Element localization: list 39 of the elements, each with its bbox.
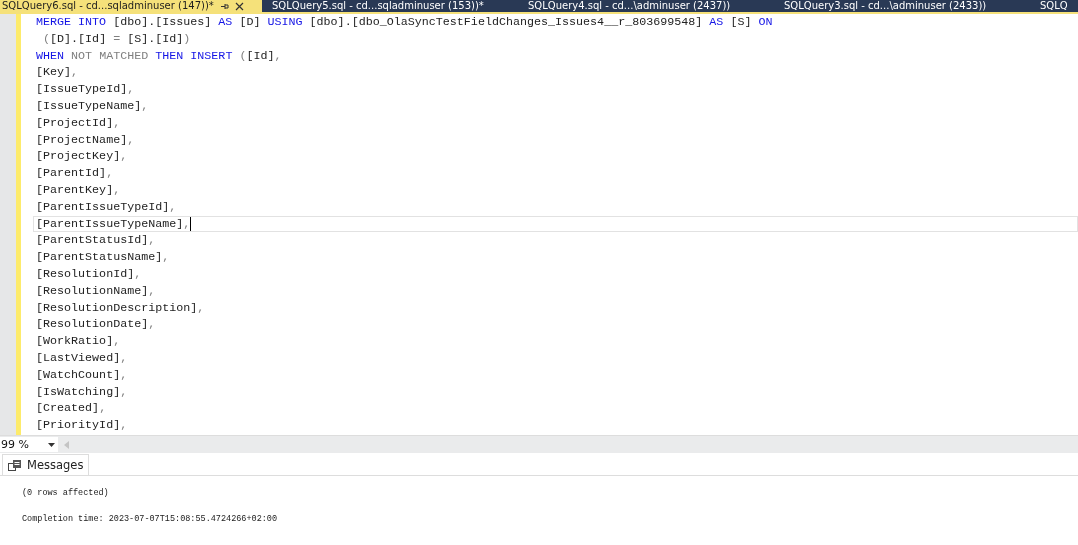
code-line: [ResolutionId], [36,265,142,283]
code-line: [ParentId], [36,165,114,182]
code-line: [ResolutionDescription], [36,299,205,317]
code-line: [IssueTypeName], [36,98,149,115]
document-tab[interactable]: SQLQuery6.sql - cd...sqladminuser (147))* [0,0,262,12]
code-line: [ProjectKey], [36,148,128,166]
document-tab[interactable]: SQLQ [1038,0,1078,12]
code-line: [LastViewed], [36,349,128,367]
message-text: Completion time: 2023-07-07T15:08:55.4724266+02:00 [22,514,279,524]
messages-icon [8,459,21,471]
dropdown-arrow-icon [48,442,55,447]
code-line: [ParentIssueTypeName], [36,215,191,233]
code-line: [Created], [36,400,107,418]
close-icon[interactable] [234,1,244,11]
zoom-dropdown[interactable]: 99 % [0,437,58,452]
code-line: [WorkRatio], [36,333,121,350]
code-line: [IssueTypeId], [36,81,135,98]
code-line: [PriorityId], [36,417,128,434]
code-line: [ParentIssueTypeId], [36,198,177,216]
code-line: MERGE INTO [dbo].[Issues] AS [D] USING [dbo].[dbo_OlaSyncTestFieldChanges_Issues4__r_803699548] AS [S] ON [36,14,773,31]
pin-icon[interactable] [219,1,229,11]
code-line: [ProjectName], [36,131,135,149]
code-line: [ParentKey], [36,181,121,199]
code-line: [ResolutionDate], [36,316,156,334]
document-tab[interactable]: SQLQuery4.sql - cd...\adminuser (2437)) [526,0,780,12]
code-line: [WatchCount], [36,366,128,384]
code-line: [Key], [36,64,79,82]
code-line: ([D].[Id] = [S].[Id]) [42,30,191,48]
messages-tab[interactable]: Messages [2,454,90,475]
code-line: [ParentStatusName], [36,249,170,266]
code-line: [ProjectId], [36,114,121,132]
message-text: (0 rows affected) [22,488,110,498]
code-line: WHEN NOT MATCHED THEN INSERT ([Id], [36,47,282,65]
document-tab[interactable]: SQLQuery3.sql - cd...\adminuser (2433)) [782,0,1036,12]
text-caret [190,216,192,231]
code-line: [IsWatching], [36,383,128,401]
document-tab[interactable]: SQLQuery5.sql - cd...sqladminuser (153))* [270,0,524,12]
code-line: [ParentStatusId], [36,232,156,250]
code-line: [ResolutionName], [36,282,156,300]
